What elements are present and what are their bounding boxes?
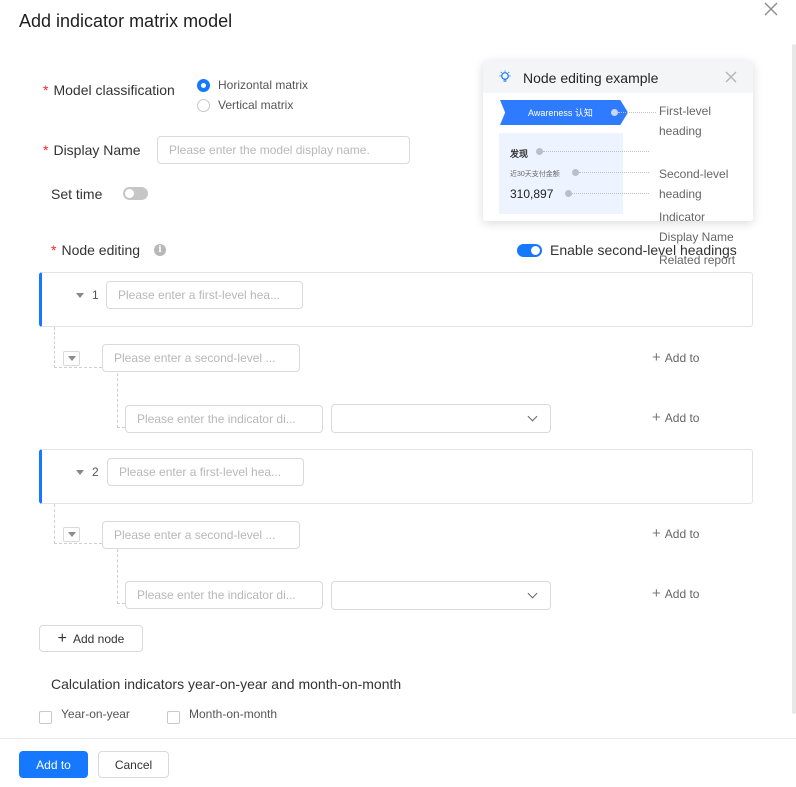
set-time-toggle[interactable] xyxy=(123,187,148,200)
tree-line xyxy=(54,504,55,544)
leader-dot xyxy=(565,190,572,197)
add-to-label: Add to xyxy=(664,411,700,425)
add-model-dialog: Add indicator matrix model * Model classi… xyxy=(0,0,796,787)
calculation-label: Calculation indicators year-on-year and … xyxy=(51,676,402,692)
plus-icon: + xyxy=(57,629,67,647)
info-icon[interactable]: i xyxy=(154,244,166,256)
label-second-level-heading: Second-level heading xyxy=(659,167,729,201)
radio-horizontal-matrix[interactable]: Horizontal matrix xyxy=(197,78,308,92)
tree-line xyxy=(117,549,118,604)
radio-checked-icon xyxy=(197,78,210,92)
toggle-knob xyxy=(125,189,134,198)
popover-title: Node editing example xyxy=(523,70,659,86)
tree-line xyxy=(54,367,102,368)
plus-icon: + xyxy=(652,585,661,602)
chevron-down-icon[interactable] xyxy=(63,527,80,542)
model-classification-text: Model classification xyxy=(53,82,175,98)
example-card-title: 发现 xyxy=(510,149,529,159)
leader-line xyxy=(543,151,649,152)
chevron-down-icon[interactable] xyxy=(63,351,80,366)
label-display-name: Display Name xyxy=(659,230,734,244)
add-to-label: Add to xyxy=(664,587,700,601)
first-level-heading-input[interactable] xyxy=(106,281,303,309)
checkbox-month-on-month[interactable]: Month-on-month xyxy=(167,707,277,724)
indicator-display-input[interactable] xyxy=(125,581,323,609)
second-level-heading-input[interactable] xyxy=(102,344,300,372)
caret-down-icon[interactable] xyxy=(76,470,84,475)
dialog-title: Add indicator matrix model xyxy=(19,11,233,31)
required-mark: * xyxy=(43,142,49,158)
add-to-label: Add to xyxy=(664,351,700,365)
plus-icon: + xyxy=(652,525,661,542)
leader-line xyxy=(618,112,656,113)
node-number: 1 xyxy=(92,288,99,302)
lightbulb-icon xyxy=(499,70,511,82)
add-to-label: Add to xyxy=(664,527,700,541)
node-number: 2 xyxy=(92,465,99,479)
toggle-knob xyxy=(531,246,540,255)
tree-line xyxy=(117,373,118,428)
add-second-level-button[interactable]: + Add to xyxy=(652,525,700,542)
second-level-heading-input[interactable] xyxy=(102,521,300,549)
cancel-button[interactable]: Cancel xyxy=(98,751,169,778)
radio-vertical-matrix[interactable]: Vertical matrix xyxy=(197,98,293,112)
confirm-add-button[interactable]: Add to xyxy=(19,751,88,778)
close-icon[interactable] xyxy=(724,70,738,84)
related-report-select[interactable] xyxy=(331,404,551,433)
caret-down-icon[interactable] xyxy=(76,293,84,298)
leader-dot xyxy=(611,109,618,116)
radio-vertical-label: Vertical matrix xyxy=(218,98,294,112)
add-indicator-button[interactable]: + Add to xyxy=(652,585,700,602)
leader-dot xyxy=(572,169,579,176)
required-mark: * xyxy=(43,82,49,98)
node-editing-label: * Node editing xyxy=(51,242,140,258)
year-on-year-label: Year-on-year xyxy=(61,707,130,721)
tree-line xyxy=(54,327,55,368)
chevron-down-icon xyxy=(527,411,538,422)
enable-second-level-toggle[interactable] xyxy=(517,244,542,257)
tree-line xyxy=(54,543,102,544)
node-editing-text: Node editing xyxy=(61,242,141,258)
display-name-text: Display Name xyxy=(53,142,141,158)
display-name-input[interactable] xyxy=(157,136,410,164)
display-name-label: * Display Name xyxy=(43,142,141,158)
tree-line xyxy=(117,427,125,428)
radio-horizontal-label: Horizontal matrix xyxy=(218,78,309,92)
set-time-label: Set time xyxy=(51,186,103,202)
node-editing-example-popover: Node editing example Awareness 认知 发现 近30… xyxy=(483,61,753,224)
chevron-down-icon xyxy=(527,588,538,599)
label-related-report: Related report xyxy=(659,253,736,267)
leader-line xyxy=(579,172,649,173)
scrollbar[interactable] xyxy=(792,44,796,714)
tree-line xyxy=(117,603,125,604)
add-indicator-button[interactable]: + Add to xyxy=(652,409,700,426)
example-card-value: 310,897 xyxy=(510,187,554,201)
example-first-level-flag: Awareness 认知 xyxy=(500,100,628,125)
add-node-label: Add node xyxy=(72,631,125,646)
checkbox-box xyxy=(39,711,52,724)
label-indicator: Indicator xyxy=(659,210,706,224)
leader-dot xyxy=(536,148,543,155)
checkbox-box xyxy=(167,711,180,724)
month-on-month-label: Month-on-month xyxy=(189,707,278,721)
close-icon[interactable] xyxy=(762,0,780,18)
add-node-button[interactable]: + Add node xyxy=(39,625,143,652)
leader-line xyxy=(572,193,649,194)
add-second-level-button[interactable]: + Add to xyxy=(652,349,700,366)
checkbox-year-on-year[interactable]: Year-on-year xyxy=(39,707,130,724)
example-card: 发现 近30天支付金额 310,897 xyxy=(499,133,623,214)
required-mark: * xyxy=(51,242,57,258)
label-first-level-heading: First-level heading xyxy=(659,104,712,138)
radio-unchecked-icon xyxy=(197,98,210,112)
example-card-metric: 近30天支付金额 xyxy=(510,171,560,178)
footer-divider xyxy=(0,738,796,739)
plus-icon: + xyxy=(652,349,661,366)
related-report-select[interactable] xyxy=(331,581,551,610)
plus-icon: + xyxy=(652,409,661,426)
indicator-display-input[interactable] xyxy=(125,405,323,433)
first-level-heading-input[interactable] xyxy=(107,458,304,486)
model-classification-label: * Model classification xyxy=(43,82,175,98)
